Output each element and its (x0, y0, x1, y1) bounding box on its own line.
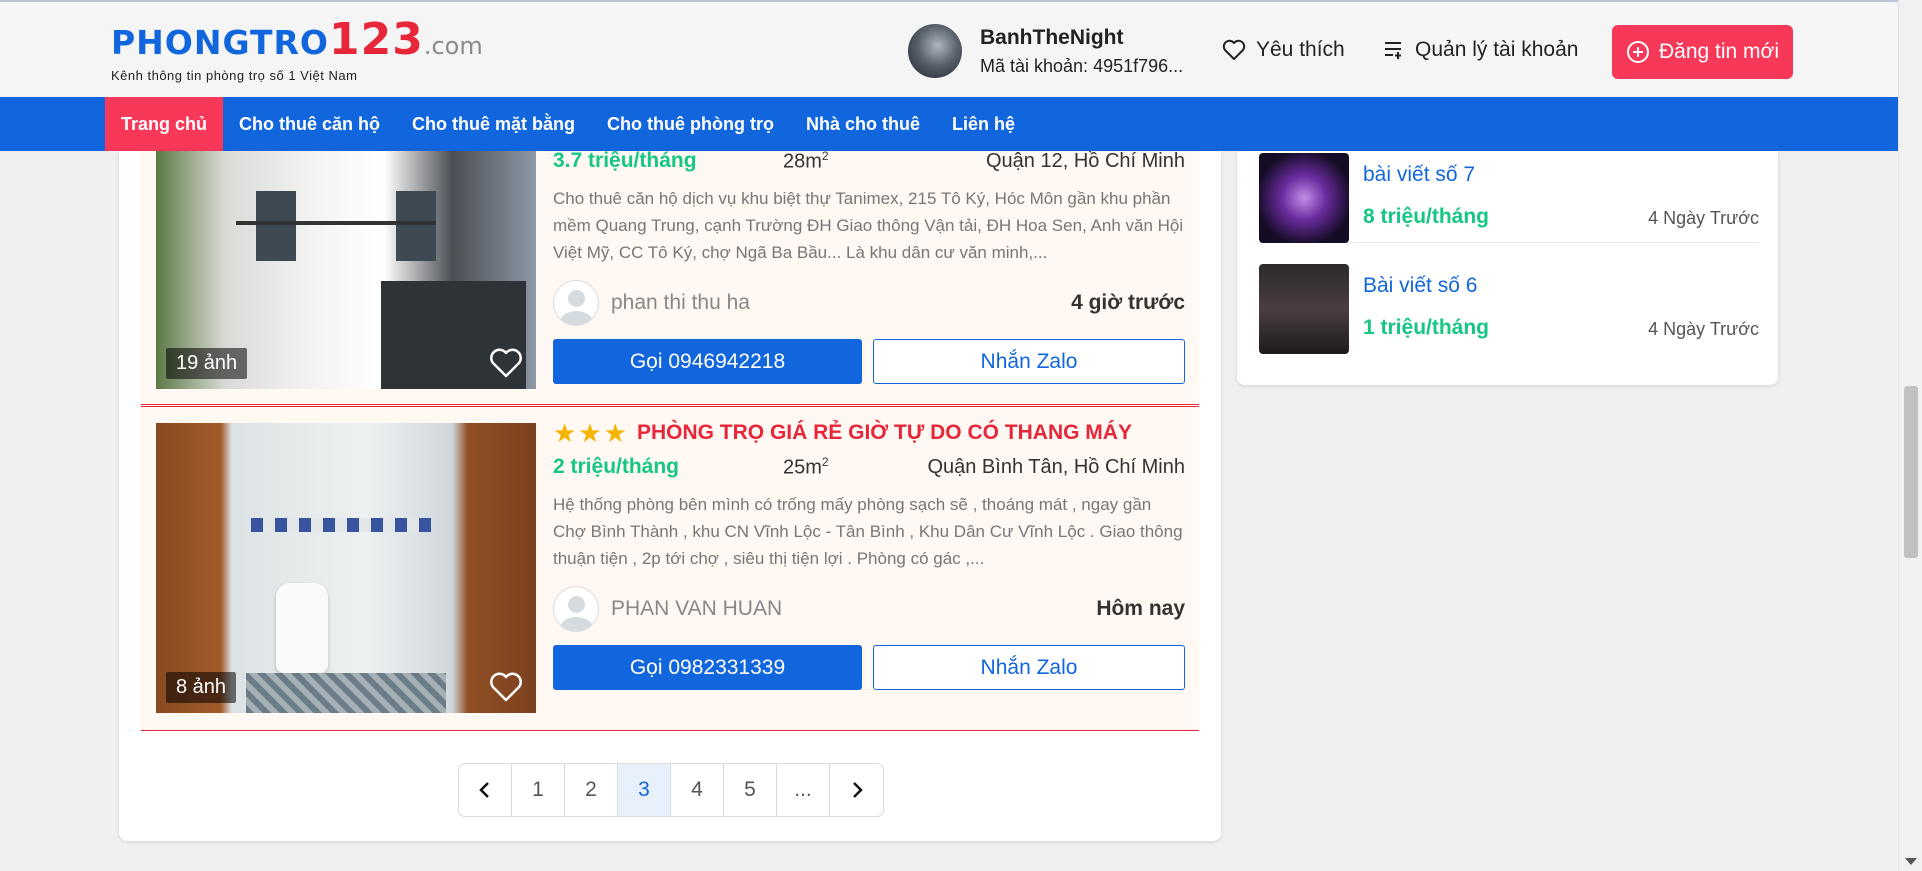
scrollbar-thumb[interactable] (1904, 386, 1918, 558)
zalo-button[interactable]: Nhắn Zalo (873, 645, 1185, 690)
author-name: PHAN VAN HUAN (611, 597, 783, 620)
photo-count: 19 ảnh (166, 348, 248, 379)
recent-post-price: 1 triệu/tháng (1363, 316, 1490, 339)
logo-tagline: Kênh thông tin phòng trọ số 1 Việt Nam (111, 68, 358, 83)
listing-info: 3.7 triệu/tháng 28m2 Quận 12, Hồ Chí Min… (553, 143, 1185, 384)
page-scrollbar[interactable] (1898, 0, 1922, 871)
listing-info: ★★★ PHÒNG TRỌ GIÁ RẺ GIỜ TỰ DO CÓ THANG … (553, 417, 1185, 690)
favorites-link[interactable]: Yêu thích (1222, 38, 1345, 62)
user-profile[interactable]: BanhTheNight Mã tài khoản: 4951f796... (908, 24, 1183, 78)
photo-detail (396, 191, 436, 261)
recent-posts-sidebar: bài viết số 7 8 triệu/tháng 4 Ngày Trước… (1237, 151, 1778, 385)
recent-post-time: 4 Ngày Trước (1648, 208, 1759, 228)
plus-circle-icon (1627, 41, 1649, 63)
listing-location: Quận Bình Tân, Hồ Chí Minh (927, 455, 1185, 478)
listing-item[interactable]: 19 ảnh 3.7 triệu/tháng 28m2 Quận 12, Hồ … (141, 149, 1199, 405)
listing-author-row: PHAN VAN HUAN Hôm nay (553, 581, 1185, 637)
recent-post-thumbnail[interactable] (1259, 153, 1349, 243)
user-name: BanhTheNight (980, 25, 1124, 49)
listing-description: Hệ thống phòng bên mình có trống mấy phò… (553, 495, 1183, 568)
call-button[interactable]: Gọi 0946942218 (553, 339, 862, 384)
scroll-down-arrow-icon[interactable] (1905, 858, 1917, 865)
site-logo[interactable]: PHONGTRO123.com Kênh thông tin phòng trọ… (111, 14, 483, 84)
star-rating: ★★★ (553, 417, 629, 448)
heart-icon[interactable] (488, 671, 524, 703)
nav-item-home[interactable]: Trang chủ (105, 97, 224, 151)
page-button[interactable]: 4 (671, 764, 724, 816)
post-new-button[interactable]: Đăng tin mới (1612, 25, 1793, 79)
next-page-button[interactable] (830, 764, 883, 816)
listing-meta: 3.7 triệu/tháng 28m2 Quận 12, Hồ Chí Min… (553, 143, 1185, 179)
pagination: 1 2 3 4 5 ... (458, 763, 884, 817)
favorites-label: Yêu thích (1256, 38, 1345, 61)
listing-area: 28m2 (783, 148, 829, 173)
chevron-right-icon (852, 782, 863, 798)
avatar (908, 24, 962, 78)
chevron-left-icon (479, 782, 489, 798)
listing-panel: 19 ảnh 3.7 triệu/tháng 28m2 Quận 12, Hồ … (119, 149, 1221, 841)
photo-detail (236, 221, 436, 225)
listing-item[interactable]: 8 ảnh ★★★ PHÒNG TRỌ GIÁ RẺ GIỜ TỰ DO CÓ … (141, 406, 1199, 731)
author-name: phan thi thu ha (611, 291, 750, 314)
listing-actions: Gọi 0946942218 Nhắn Zalo (553, 339, 1185, 384)
photo-detail (251, 518, 431, 532)
photo-count: 8 ảnh (166, 672, 237, 703)
author-avatar (553, 586, 599, 632)
recent-post-title[interactable]: bài viết số 7 (1363, 163, 1475, 187)
author-avatar (553, 280, 599, 326)
prev-page-button[interactable] (459, 764, 512, 816)
listing-photo[interactable]: 19 ảnh (156, 151, 536, 389)
listing-area: 25m2 (783, 454, 829, 479)
photo-detail (246, 673, 446, 713)
page-button[interactable]: 2 (565, 764, 618, 816)
listing-description: Cho thuê căn hộ dịch vụ khu biệt thự Tan… (553, 189, 1184, 262)
photo-detail (256, 191, 296, 261)
page-button[interactable]: 1 (512, 764, 565, 816)
recent-post-time: 4 Ngày Trước (1648, 319, 1759, 339)
user-account-id: Mã tài khoản: 4951f796... (980, 55, 1184, 76)
listing-time: 4 giờ trước (1071, 291, 1185, 314)
recent-post-item[interactable]: Bài viết số 6 1 triệu/tháng 4 Ngày Trước (1259, 264, 1759, 354)
listing-location: Quận 12, Hồ Chí Minh (986, 149, 1185, 172)
listing-title-row[interactable]: ★★★ PHÒNG TRỌ GIÁ RẺ GIỜ TỰ DO CÓ THANG … (553, 417, 1185, 449)
account-management-link[interactable]: Quản lý tài khoản (1383, 38, 1578, 62)
call-button[interactable]: Gọi 0982331339 (553, 645, 862, 690)
nav-item-apartment[interactable]: Cho thuê căn hộ (223, 97, 396, 151)
listing-photo[interactable]: 8 ảnh (156, 423, 536, 713)
page-ellipsis: ... (777, 764, 830, 816)
listing-time: Hôm nay (1096, 597, 1185, 620)
photo-detail (276, 583, 328, 673)
listing-actions: Gọi 0982331339 Nhắn Zalo (553, 645, 1185, 690)
page-button[interactable]: 5 (724, 764, 777, 816)
site-header: PHONGTRO123.com Kênh thông tin phòng trọ… (0, 0, 1898, 97)
list-settings-icon (1385, 42, 1401, 59)
listing-price: 3.7 triệu/tháng (553, 149, 697, 172)
listing-title[interactable]: PHÒNG TRỌ GIÁ RẺ GIỜ TỰ DO CÓ THANG MÁY (637, 421, 1132, 445)
listing-price: 2 triệu/tháng (553, 455, 680, 478)
listing-author-row: phan thi thu ha 4 giờ trước (553, 275, 1185, 331)
heart-icon[interactable] (488, 347, 524, 379)
logo-wordmark: PHONGTRO123.com (111, 14, 483, 65)
listing-meta: 2 triệu/tháng 25m2 Quận Bình Tân, Hồ Chí… (553, 449, 1185, 485)
recent-post-title[interactable]: Bài viết số 6 (1363, 274, 1477, 298)
post-new-label: Đăng tin mới (1659, 40, 1779, 63)
recent-post-thumbnail[interactable] (1259, 264, 1349, 354)
page-button-current[interactable]: 3 (618, 764, 671, 816)
heart-icon (1222, 39, 1246, 60)
recent-post-price: 8 triệu/tháng (1363, 205, 1490, 228)
recent-post-item[interactable]: bài viết số 7 8 triệu/tháng 4 Ngày Trước (1259, 153, 1759, 243)
account-management-label: Quản lý tài khoản (1415, 38, 1579, 61)
zalo-button[interactable]: Nhắn Zalo (873, 339, 1185, 384)
